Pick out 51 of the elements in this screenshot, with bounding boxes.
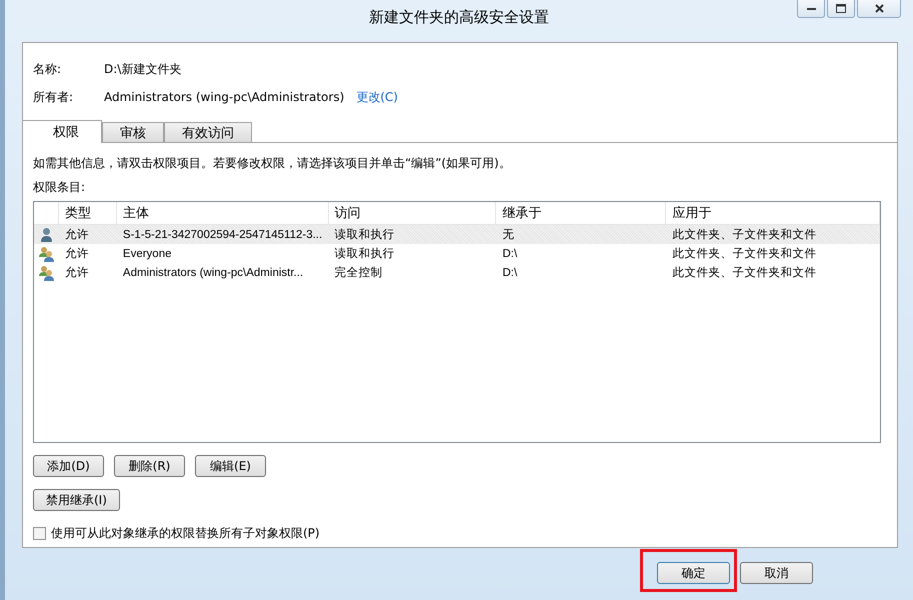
table-cell-text: 读取和执行	[334, 246, 396, 261]
owner-value: Administrators (wing-pc\Administrators)	[104, 90, 344, 104]
checkbox-label: 使用可从此对象继承的权限替换所有子对象权限(P)	[51, 525, 320, 542]
tab[interactable]: 权限	[23, 120, 102, 143]
action-button[interactable]: 删除(R)	[114, 455, 185, 477]
action-button[interactable]: 添加(D)	[33, 455, 104, 477]
tab[interactable]: 有效访问	[164, 122, 252, 142]
table-cell-text: 此文件夹、子文件夹和文件	[671, 266, 818, 280]
table-row[interactable]: 允许 Everyone 读取和执行 D:\ 此文件夹、子文件夹和文件	[34, 244, 880, 263]
table-cell-text: Everyone	[122, 248, 172, 260]
table-cell-text: Administrators (wing-pc\Administr...	[122, 266, 304, 278]
action-button[interactable]: 编辑(E)	[195, 455, 266, 477]
table-cell-text: D:\	[501, 266, 518, 278]
checkbox[interactable]	[33, 527, 46, 540]
info-text: 如需其他信息，请双击权限项目。若要修改权限，请选择该项目并单击“编辑”(如果可用)。	[33, 155, 512, 172]
table-cell-text: S-1-5-21-3427002594-2547145112-3...	[122, 228, 324, 240]
table-cell-text: 此文件夹、子文件夹和文件	[671, 228, 818, 242]
tab[interactable]: 审核	[102, 122, 164, 142]
column-header[interactable]: 访问	[328, 202, 496, 224]
minimize-icon	[806, 7, 816, 10]
maximize-button[interactable]	[827, 0, 855, 18]
table-cell-text: 允许	[64, 246, 90, 261]
table-cell-text: D:\	[501, 248, 518, 260]
maximize-icon	[836, 4, 846, 13]
owner-label: 所有者:	[33, 88, 74, 106]
dialog-button[interactable]: 取消	[740, 562, 813, 584]
close-icon	[874, 4, 884, 13]
close-button[interactable]	[857, 0, 901, 18]
column-header[interactable]: 继承于	[496, 202, 666, 224]
column-header[interactable]: 应用于	[666, 202, 880, 224]
minimize-button[interactable]	[797, 0, 825, 18]
window-title: 新建文件夹的高级安全设置	[369, 8, 549, 26]
column-header[interactable]: 类型	[58, 202, 117, 224]
name-value: D:\新建文件夹	[104, 60, 182, 78]
table-cell-text: 允许	[64, 266, 90, 280]
dialog-button[interactable]: 确定	[657, 562, 730, 584]
change-link[interactable]: 更改(C)	[356, 88, 398, 106]
name-label: 名称:	[33, 60, 62, 78]
table-cell-text: 无	[501, 228, 516, 242]
disable-inheritance-button[interactable]: 禁用继承(I)	[33, 489, 120, 511]
table-cell-text: 此文件夹、子文件夹和文件	[671, 246, 818, 261]
entries-label: 权限条目:	[33, 179, 86, 196]
table-cell-text: 完全控制	[334, 265, 384, 280]
user-icon	[40, 226, 53, 242]
table-cell-text: 允许	[64, 228, 90, 242]
table-cell-text: 读取和执行	[334, 228, 396, 242]
users-icon	[38, 246, 55, 262]
table-row[interactable]: 允许 S-1-5-21-3427002594-2547145112-3... 读取和执行 无 此文件夹、子文件夹和文件	[34, 225, 880, 244]
table-row[interactable]: 允许 Administrators (wing-pc\Administr... 完全控制 D:\ 此文件夹、子文件夹和文件	[34, 263, 880, 282]
column-header[interactable]: 主体	[116, 202, 329, 224]
users-icon	[38, 264, 55, 280]
